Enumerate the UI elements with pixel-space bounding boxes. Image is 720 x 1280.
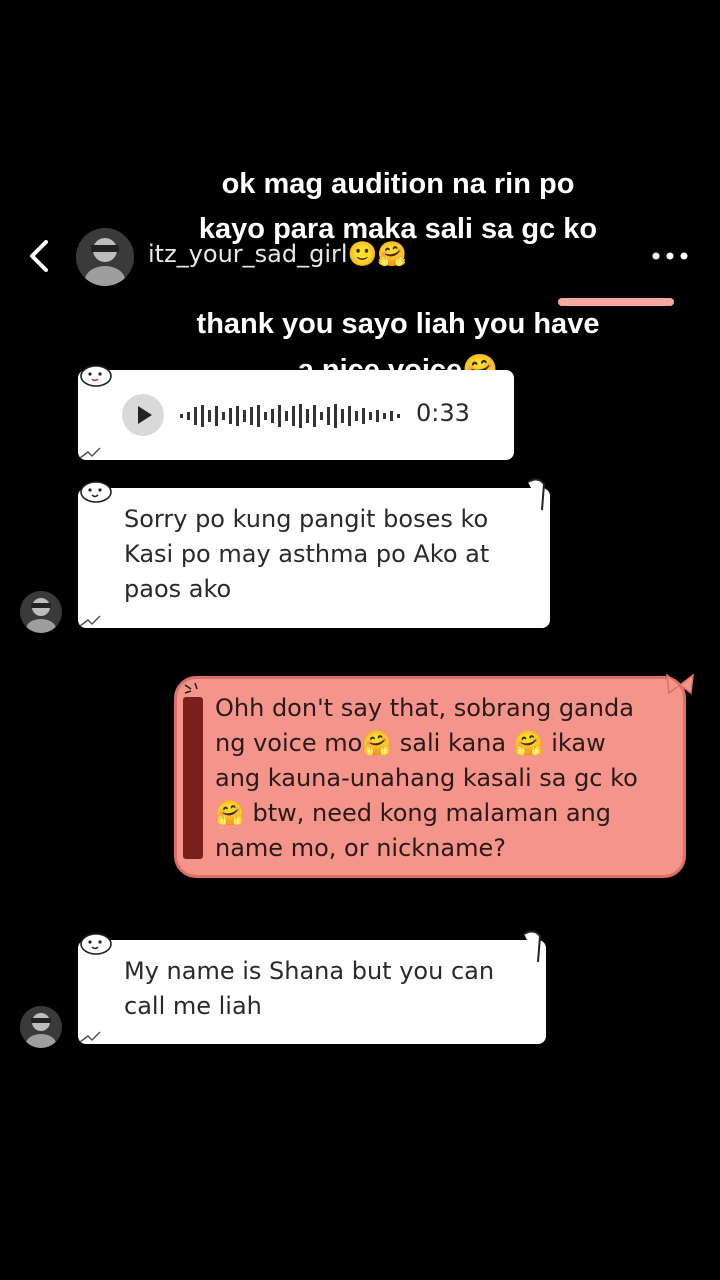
cat-sticker-icon <box>80 365 112 387</box>
message-text: My name is Shana but you can call me lia… <box>124 954 526 1024</box>
avatar-image <box>20 1006 62 1048</box>
sender-avatar[interactable] <box>20 591 62 633</box>
message-text: Ohh don't say that, sobrang ganda ng voi… <box>215 691 667 866</box>
avatar-image <box>20 591 62 633</box>
message-line: ng voice mo🤗 sali kana 🤗 ikaw <box>215 729 606 757</box>
message-line: Sorry po kung pangit boses ko <box>124 505 489 533</box>
message-line: 🤗 btw, need kong malaman ang <box>215 799 611 827</box>
outgoing-message-bubble[interactable]: Ohh don't say that, sobrang ganda ng voi… <box>174 673 694 878</box>
scribble-icon <box>79 615 101 627</box>
caption-line-1: ok mag audition na rin po <box>221 168 575 200</box>
message-line: paos ako <box>124 575 232 603</box>
incoming-message-bubble[interactable]: My name is Shana but you can call me lia… <box>78 930 546 1044</box>
message-line: ang kauna-unahang kasali sa gc ko <box>215 764 638 792</box>
play-button[interactable] <box>122 394 164 436</box>
incoming-message-bubble[interactable]: Sorry po kung pangit boses ko Kasi po ma… <box>78 478 550 628</box>
message-text: Sorry po kung pangit boses ko Kasi po ma… <box>124 502 530 607</box>
cat-sticker-icon <box>80 933 112 955</box>
waveform-icon <box>180 404 400 428</box>
voice-duration: 0:33 <box>416 399 470 427</box>
caption-line-2: kayo para maka sali sa gc ko <box>198 213 598 245</box>
book-spine-decoration <box>183 697 203 859</box>
message-line: call me liah <box>124 992 262 1020</box>
message-line: name mo, or nickname? <box>215 834 506 862</box>
sender-avatar[interactable] <box>20 1006 62 1048</box>
bow-icon <box>666 673 694 695</box>
sparkle-icon <box>184 682 198 694</box>
play-icon <box>138 406 152 424</box>
scribble-icon <box>79 447 101 459</box>
scribble-icon <box>79 1031 101 1043</box>
message-line: Kasi po may asthma po Ako at <box>124 540 490 568</box>
message-line: My name is Shana but you can <box>124 957 495 985</box>
caption-line-3: thank you sayo liah you have <box>196 308 600 340</box>
voice-message-bubble[interactable]: 0:33 <box>78 365 514 460</box>
cat-sticker-icon <box>80 481 112 503</box>
message-line: Ohh don't say that, sobrang ganda <box>215 694 634 722</box>
